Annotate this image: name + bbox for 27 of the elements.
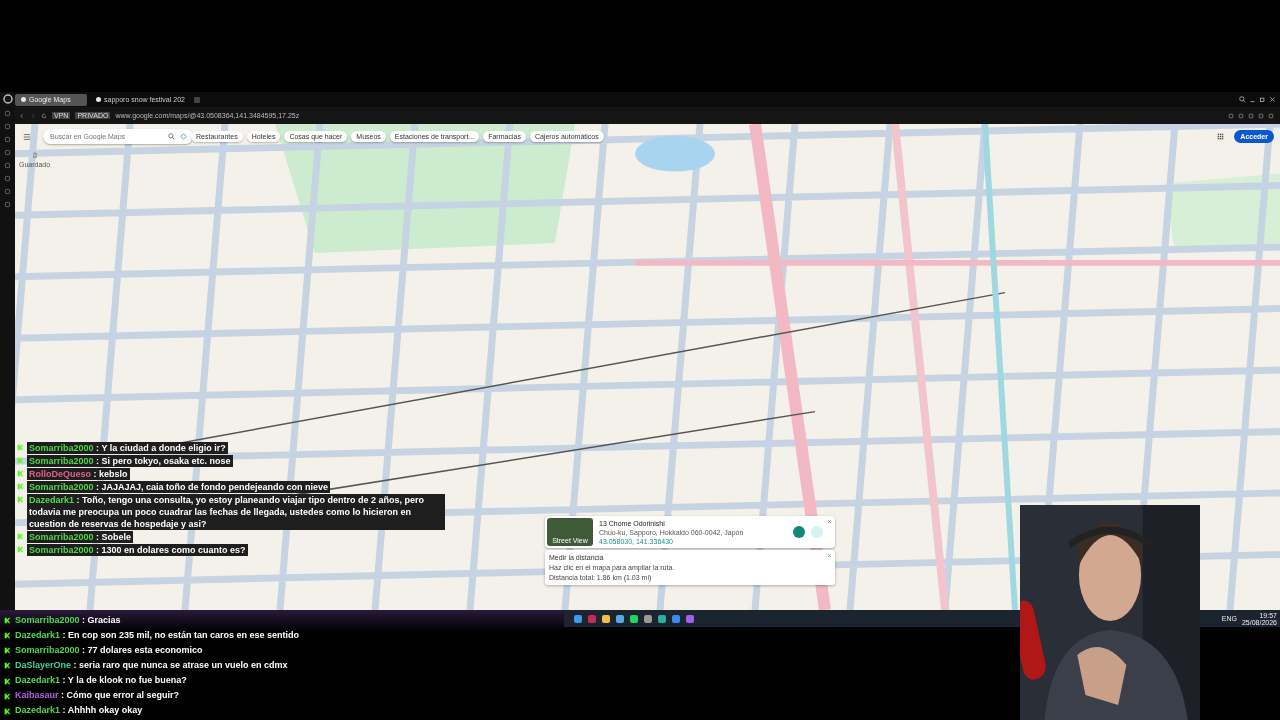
browser-logo-icon[interactable]: [2, 94, 13, 104]
forward-icon[interactable]: [30, 112, 36, 119]
platform-icon: [4, 692, 11, 700]
chat-username: Dazedark1: [15, 675, 61, 686]
platform-icon: [4, 617, 11, 625]
chat-message: DaSlayerOne : seria raro que nunca se atrase un vuelo en cdmx: [15, 660, 288, 670]
chat-username: Somarriba2000: [15, 644, 80, 655]
reload-icon[interactable]: [41, 112, 47, 119]
chat-message: Dazedark1 : En cop son 235 mil, no están tan caros en ese sentido: [15, 629, 300, 640]
chat-username: Somarriba2000: [15, 614, 80, 625]
chat-message: Somarriba2000 : 77 dolares esta economico: [15, 644, 203, 655]
platform-icon: [4, 677, 11, 685]
chat-username: DaSlayerOne: [15, 660, 72, 670]
chat-username: Kaibasaur: [15, 690, 59, 701]
chat-message: Dazedark1 : Y la de klook no fue buena?: [15, 675, 187, 686]
chat-message: Somarriba2000 : Gracias: [15, 614, 121, 625]
new-tab-button[interactable]: [193, 96, 200, 103]
platform-icon: [4, 647, 11, 655]
platform-icon: [4, 632, 11, 640]
platform-icon: [4, 662, 11, 670]
chat-username: Dazedark1: [15, 705, 61, 716]
back-icon[interactable]: [19, 112, 25, 119]
chat-username: Dazedark1: [15, 629, 61, 640]
chat-message: Kaibasaur : Cómo que error al seguir?: [15, 690, 180, 701]
platform-icon: [4, 707, 11, 715]
chat-message: Dazedark1 : Ahhhh okay okay: [15, 705, 143, 716]
restore-icon[interactable]: [1259, 96, 1266, 103]
